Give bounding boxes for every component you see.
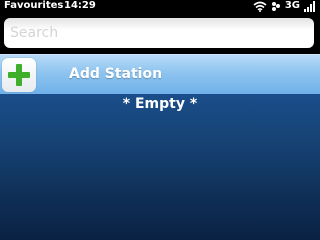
status-app-name: Favourites (4, 0, 64, 11)
screen: Favourites 14:29 3G Search Add Station *… (0, 0, 320, 240)
add-station-button[interactable] (2, 58, 36, 92)
search-input[interactable] (4, 18, 314, 48)
network-type: 3G (284, 0, 300, 11)
plus-icon (8, 64, 30, 86)
bluetooth-icon (271, 1, 281, 12)
empty-list-message: * Empty * (122, 96, 198, 112)
station-list: * Empty * (0, 94, 320, 240)
add-station-label: Add Station (69, 66, 163, 82)
add-station-row[interactable]: Add Station (0, 54, 320, 94)
status-time: 14:29 (64, 0, 96, 11)
search-bar (0, 14, 320, 54)
signal-strength-icon (304, 0, 316, 12)
status-icons: 3G (253, 0, 316, 12)
status-bar: Favourites 14:29 3G (0, 0, 320, 14)
wifi-icon (253, 1, 267, 12)
